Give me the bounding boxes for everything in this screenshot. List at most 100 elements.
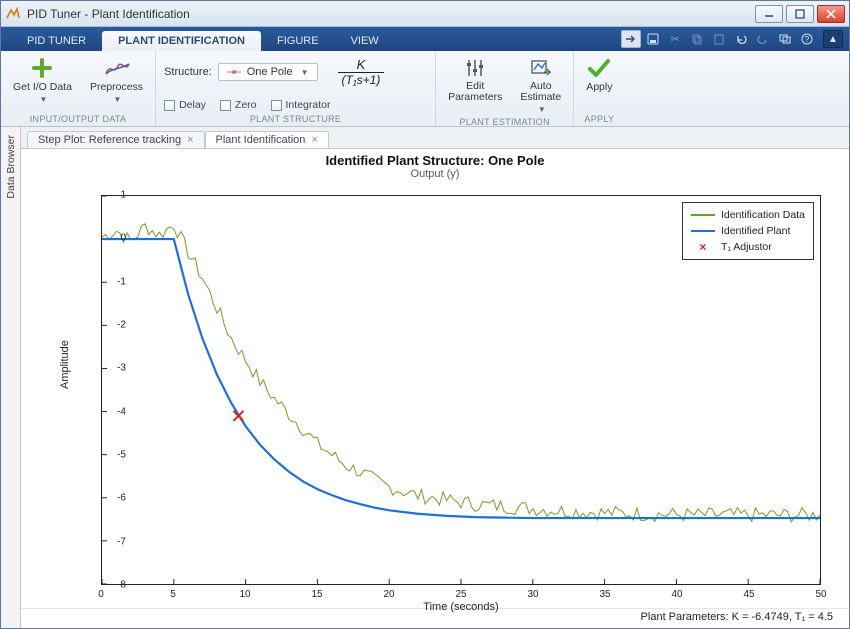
y-tick: -6 bbox=[102, 493, 126, 504]
auto-estimate-button[interactable]: Auto Estimate ▼ bbox=[516, 55, 565, 116]
svg-text:?: ? bbox=[805, 35, 810, 44]
x-tick: 15 bbox=[311, 589, 322, 600]
chevron-down-icon: ▼ bbox=[301, 68, 309, 77]
auto-estimate-icon bbox=[528, 57, 554, 79]
switch-windows-icon[interactable] bbox=[775, 30, 795, 48]
y-tick: -3 bbox=[102, 363, 126, 374]
delay-checkbox[interactable]: Delay bbox=[164, 99, 206, 111]
shortcuts-icon[interactable] bbox=[621, 30, 641, 48]
legend-item-adjustor: × T₁ Adjustor bbox=[691, 239, 805, 255]
chart-zone[interactable]: Identified Plant Structure: One Pole Out… bbox=[21, 149, 849, 608]
close-button[interactable] bbox=[817, 5, 845, 23]
legend-swatch-plant bbox=[691, 230, 715, 232]
auto-estimate-label: Auto Estimate bbox=[520, 81, 561, 103]
chevron-down-icon: ▼ bbox=[114, 95, 122, 104]
cut-icon[interactable]: ✂ bbox=[665, 30, 685, 48]
y-tick: -8 bbox=[102, 580, 126, 591]
paste-icon[interactable] bbox=[709, 30, 729, 48]
tab-plant-identification[interactable]: PLANT IDENTIFICATION bbox=[102, 31, 261, 51]
get-io-data-button[interactable]: Get I/O Data ▼ bbox=[9, 55, 76, 106]
group-apply: Apply APPLY bbox=[574, 51, 624, 126]
chevron-down-icon: ▼ bbox=[40, 95, 48, 104]
figure-tab-plant-identification[interactable]: Plant Identification × bbox=[205, 131, 329, 148]
data-browser-tab[interactable]: Data Browser bbox=[1, 127, 21, 628]
x-tick: 20 bbox=[383, 589, 394, 600]
preprocess-label: Preprocess bbox=[90, 81, 143, 93]
structure-selected: One Pole bbox=[247, 66, 293, 78]
checkmark-icon bbox=[586, 57, 612, 79]
minimize-button[interactable] bbox=[755, 5, 783, 23]
x-tick: 25 bbox=[455, 589, 466, 600]
edit-parameters-label: Edit Parameters bbox=[448, 81, 502, 103]
y-tick: 1 bbox=[102, 190, 126, 201]
get-io-data-label: Get I/O Data bbox=[13, 81, 72, 93]
zero-checkbox[interactable]: Zero bbox=[220, 99, 257, 111]
apply-label: Apply bbox=[586, 81, 612, 93]
app-window: PID Tuner - Plant Identification PID TUN… bbox=[0, 0, 850, 629]
x-tick: 50 bbox=[815, 589, 826, 600]
transfer-function-display: K (T₁s+1) bbox=[328, 55, 395, 89]
legend-item-plant: Identified Plant bbox=[691, 223, 805, 239]
titlebar: PID Tuner - Plant Identification bbox=[1, 1, 849, 27]
chevron-down-icon: ▼ bbox=[538, 105, 546, 114]
sliders-icon bbox=[462, 57, 488, 79]
apply-button[interactable]: Apply bbox=[582, 55, 616, 95]
plus-icon bbox=[29, 57, 55, 79]
edit-parameters-button[interactable]: Edit Parameters bbox=[444, 55, 506, 105]
chart-title: Identified Plant Structure: One Pole bbox=[21, 153, 849, 168]
figure-tab-step-plot[interactable]: Step Plot: Reference tracking × bbox=[27, 131, 205, 148]
integrator-checkbox[interactable]: Integrator bbox=[271, 99, 331, 111]
tab-figure[interactable]: FIGURE bbox=[261, 31, 335, 51]
help-icon[interactable]: ? bbox=[797, 30, 817, 48]
group-plant-estimation: Edit Parameters Auto Estimate ▼ PLANT ES… bbox=[436, 51, 574, 126]
y-tick: -4 bbox=[102, 406, 126, 417]
legend-swatch-adjustor: × bbox=[691, 239, 715, 255]
save-icon[interactable] bbox=[643, 30, 663, 48]
undo-icon[interactable] bbox=[731, 30, 751, 48]
y-tick: -1 bbox=[102, 276, 126, 287]
structure-dropdown[interactable]: × One Pole ▼ bbox=[218, 63, 318, 81]
structure-field-label: Structure: bbox=[164, 66, 212, 78]
collapse-ribbon-button[interactable]: ▲ bbox=[823, 30, 843, 48]
plot-area: Data Browser Step Plot: Reference tracki… bbox=[1, 127, 849, 628]
legend-swatch-data bbox=[691, 214, 715, 216]
window-controls bbox=[755, 5, 845, 23]
pole-glyph-icon: × bbox=[227, 67, 241, 77]
axes: Identification Data Identified Plant × T… bbox=[101, 195, 821, 585]
figure-panel: Step Plot: Reference tracking × Plant Id… bbox=[21, 127, 849, 628]
maximize-button[interactable] bbox=[786, 5, 814, 23]
tab-view[interactable]: VIEW bbox=[335, 31, 395, 51]
copy-icon[interactable] bbox=[687, 30, 707, 48]
legend-item-data: Identification Data bbox=[691, 207, 805, 223]
group-plant-structure: Structure: × One Pole ▼ K (T₁s+1) Delay bbox=[156, 51, 436, 126]
preprocess-icon bbox=[104, 57, 130, 79]
toolstrip: Get I/O Data ▼ Preprocess ▼ INPUT/OUTPUT… bbox=[1, 51, 849, 127]
chart-subtitle: Output (y) bbox=[21, 168, 849, 180]
close-icon[interactable]: × bbox=[187, 134, 193, 146]
group-label-apply: APPLY bbox=[582, 113, 616, 126]
tab-pid-tuner[interactable]: PID TUNER bbox=[11, 31, 102, 51]
window-title: PID Tuner - Plant Identification bbox=[27, 7, 749, 21]
group-input-output: Get I/O Data ▼ Preprocess ▼ INPUT/OUTPUT… bbox=[1, 51, 156, 126]
y-axis-label: Amplitude bbox=[59, 340, 71, 389]
preprocess-button[interactable]: Preprocess ▼ bbox=[86, 55, 147, 106]
legend[interactable]: Identification Data Identified Plant × T… bbox=[682, 202, 814, 260]
y-tick: 0 bbox=[102, 233, 126, 244]
group-label-structure: PLANT STRUCTURE bbox=[164, 113, 427, 126]
app-logo-icon bbox=[5, 6, 21, 22]
x-tick: 5 bbox=[170, 589, 176, 600]
group-label-io: INPUT/OUTPUT DATA bbox=[9, 113, 147, 126]
y-tick: -2 bbox=[102, 320, 126, 331]
redo-icon[interactable] bbox=[753, 30, 773, 48]
x-tick: 45 bbox=[743, 589, 754, 600]
tf-numerator: K bbox=[357, 57, 366, 72]
close-icon[interactable]: × bbox=[311, 134, 317, 146]
ribbon-tabs: PID TUNER PLANT IDENTIFICATION FIGURE VI… bbox=[1, 27, 849, 51]
tf-denominator: (T₁s+1) bbox=[338, 72, 385, 87]
x-tick: 30 bbox=[527, 589, 538, 600]
svg-text:×: × bbox=[231, 67, 236, 77]
data-browser-label: Data Browser bbox=[5, 135, 17, 199]
x-axis-label: Time (seconds) bbox=[101, 601, 821, 613]
x-tick: 35 bbox=[599, 589, 610, 600]
x-tick: 40 bbox=[671, 589, 682, 600]
